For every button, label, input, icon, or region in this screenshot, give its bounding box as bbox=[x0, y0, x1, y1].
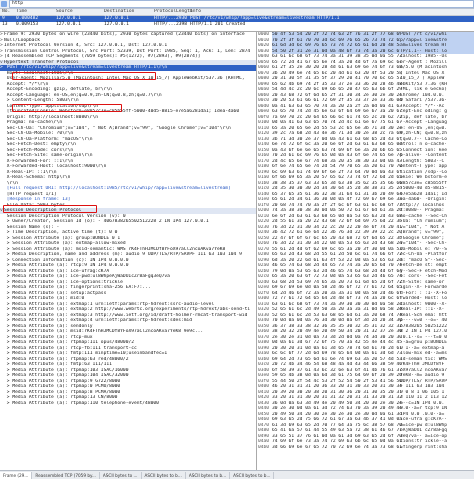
detail-row-text: > Media Attribute (a): rtcp-fb:111 trans… bbox=[4, 345, 137, 351]
detail-row-text: [Response in frame: 13] bbox=[4, 197, 71, 202]
packet-bytes-pane: 0000 50 4f 53 54 20 2f 72 74 63 2f 76 31 … bbox=[257, 32, 474, 470]
detail-row-text: > Media Attribute (a): mid:0 bbox=[4, 296, 85, 301]
column-header-source[interactable]: Source bbox=[56, 9, 104, 15]
detail-row-text: > Session Attribute (a): extmap-allow-mi… bbox=[4, 241, 126, 246]
detail-row-text: Session Description Protocol Version (v)… bbox=[4, 213, 126, 219]
detail-row-text: Accept-Encoding: gzip, deflate, br\r\n bbox=[4, 87, 112, 92]
highlight-box-content-type bbox=[12, 104, 122, 112]
hex-row[interactable]: 04b0 3d 66 69 6e 67 65 72 70 72 69 6e 74 … bbox=[257, 445, 474, 451]
column-header-time[interactable]: Time bbox=[16, 9, 56, 15]
detail-row-text: > Media Attribute (a): ice-ufrag:cK7A bbox=[4, 268, 110, 274]
packet-list: No. Time Source Destination Protocol Len… bbox=[0, 9, 474, 32]
detail-row-text: X-Real-Schema: http\r\n bbox=[4, 175, 71, 180]
detail-row-text: > Media Attribute (a): ice-options:trick… bbox=[4, 279, 123, 285]
packet-destination: 127.0.0.1 bbox=[104, 22, 129, 27]
detail-row-text: > Media Attribute (a): rtcp-mux bbox=[4, 334, 93, 340]
bytes-tab[interactable]: ASCII bytes to b... bbox=[186, 471, 231, 479]
detail-row-text: Frame 9: 2930 bytes on wire (23440 bits)… bbox=[4, 32, 245, 37]
detail-row-text: > Content-Length: 5803\r\n bbox=[4, 98, 79, 103]
packet-no: 13 bbox=[2, 22, 8, 27]
detail-row-text: [HTTP request 1/1] bbox=[4, 191, 57, 197]
detail-row-text: > Media Attribute (a): ice-pwd:ul8WhpeAj… bbox=[4, 274, 170, 279]
detail-row-text: > Media Attribute (a): rtpmap:63 red/480… bbox=[4, 356, 129, 362]
detail-row-text: > Media Attribute (a): extmap:1 urn:ietf… bbox=[4, 301, 215, 307]
packet-list-header: No. Time Source Destination Protocol Len… bbox=[0, 9, 474, 16]
detail-row-text: > Media Attribute (a): rtpmap:103 ISAC/1… bbox=[4, 367, 129, 373]
detail-row-text: > Media Attribute (a): rtcp:9 IN IP4 0.0… bbox=[4, 263, 129, 268]
detail-row-text: Internet Protocol Version 4, Src: 127.0.… bbox=[4, 43, 168, 48]
detail-row-text: Sec-Fetch-Site: same-origin\r\n bbox=[4, 153, 93, 158]
detail-row-text: > Media Attribute (a): fingerprint:sha-2… bbox=[4, 285, 151, 290]
detail-row-text: > Session Attribute (a): group:BUNDLE 0 … bbox=[4, 235, 121, 241]
bytes-tab[interactable]: ASCII bytes to b... bbox=[230, 471, 275, 479]
hex-ascii: =fingerp rint:sha bbox=[400, 444, 448, 450]
column-header-destination[interactable]: Destination bbox=[104, 9, 154, 15]
detail-row[interactable]: > Media Attribute (a): rtpmap:110 teleph… bbox=[0, 401, 256, 407]
hex-bytes: 3d 66 69 6e 67 65 72 70 72 69 6e 74 3a 7… bbox=[272, 444, 402, 450]
detail-row-text: > Media Attribute (a): msid:rK4FThHJMCDf… bbox=[4, 329, 204, 334]
detail-row-text: > Media Attribute (a): rtpmap:111 opus/4… bbox=[4, 340, 134, 345]
packet-info: HTTP/1.1 201 Created bbox=[190, 22, 246, 27]
detail-row-text: Accept: */*\r\n bbox=[4, 81, 49, 87]
column-header-length[interactable]: Length bbox=[176, 9, 193, 15]
detail-row-text: Null/Loopback bbox=[4, 37, 40, 43]
packet-row[interactable]: 13 0.009153 127.0.0.1 127.0.0.1 HTTP/...… bbox=[0, 22, 474, 28]
detail-row-text: > Time Description, active time (t): 0 0 bbox=[4, 230, 118, 235]
detail-row-text: Sec-Ch-Ua: "Chromium";v="104", " Not A;B… bbox=[4, 125, 231, 131]
detail-row-text: X-Real-IP: ::1\r\n bbox=[4, 169, 57, 175]
detail-row-text: > Media Attribute (a): sendonly bbox=[4, 323, 93, 329]
detail-row-text: > Media Attribute (a): rtpmap:9 G722/800… bbox=[4, 378, 121, 384]
detail-row-text: > Media Attribute (a): setup:actpass bbox=[4, 290, 107, 296]
detail-row-text: Sec-Fetch-Mode: cors\r\n bbox=[4, 147, 74, 153]
detail-row-text: > Media Attribute (a): extmap:2 http://w… bbox=[4, 307, 251, 312]
hex-offset: 04b0 bbox=[258, 444, 270, 450]
display-filter-bar: http bbox=[0, 0, 474, 9]
bytes-tab[interactable]: Frame (29... bbox=[0, 471, 33, 479]
detail-row-text: POST /rtc/v1/whip/?app=live&stream=lives… bbox=[4, 65, 168, 70]
highlight-box-sdp bbox=[3, 205, 97, 213]
detail-row-text: > Media Attribute (a): rtpmap:8 PCMA/800… bbox=[4, 389, 121, 395]
packet-source: 127.0.0.1 bbox=[56, 22, 81, 27]
detail-row-text: Sec-Fetch-Dest: empty\r\n bbox=[4, 142, 76, 147]
detail-row-text: Origin: http://localhost:8080\r\n bbox=[4, 114, 99, 120]
detail-row-text: > Media Attribute (a): extmap:4 urn:ietf… bbox=[4, 318, 193, 323]
detail-row-text: > Owner/Creator, Session Id (o): - 40678… bbox=[4, 219, 209, 224]
detail-row-text: > Media Description, name and address (m… bbox=[4, 252, 242, 257]
packet-length: 2398 bbox=[176, 22, 188, 27]
detail-row-text: Pragma: no-cache\r\n bbox=[4, 120, 63, 125]
detail-row-text: > Connection Information (c): IN IP4 0.0… bbox=[4, 257, 129, 263]
detail-row-text: > Media Attribute (a): rtpmap:13 CN/8000 bbox=[4, 395, 118, 400]
detail-row-text: Sec-Ch-Ua-Platform: "macOS"\r\n bbox=[4, 136, 93, 142]
detail-row-text: X-Forwarded-Host: localhost:9000\r\n bbox=[4, 164, 107, 169]
packet-time: 0.009153 bbox=[16, 22, 39, 27]
detail-row-text: > Media Attribute (a): extmap:3 http://w… bbox=[4, 312, 248, 318]
highlight-box-request-line bbox=[12, 72, 156, 80]
bytes-tab[interactable]: ASCII bytes to b... bbox=[142, 471, 186, 479]
column-header-protocol[interactable]: Protocol bbox=[154, 9, 176, 15]
packet-protocol: HTTP/... bbox=[154, 22, 177, 27]
detail-row-text: [Full request URI: http://localhost:1985… bbox=[4, 186, 231, 191]
detail-row-text: > Session Attribute (a): msid-semantic: … bbox=[4, 246, 226, 252]
detail-row-text: Session Name (s): - bbox=[4, 224, 60, 230]
detail-row-text: Transmission Control Protocol, Src Port:… bbox=[4, 48, 251, 54]
column-header-info[interactable]: Info bbox=[190, 9, 474, 15]
display-filter-input[interactable]: http bbox=[9, 0, 474, 8]
filter-bookmark-icon[interactable] bbox=[1, 1, 7, 7]
detail-row-text: [4 Reassembled TCP Segments (7059 bytes)… bbox=[4, 54, 201, 59]
detail-row-text: X-Forwarded-For: ::1\r\n bbox=[4, 158, 74, 164]
detail-row-text: > Media Attribute (a): fmtp:111 minptime… bbox=[4, 351, 168, 356]
detail-row-text: Accept-Language: en-US,en;q=0.9,zh-CN;q=… bbox=[4, 92, 162, 98]
bytes-tab[interactable]: Reassembled TCP (7059 by... bbox=[32, 471, 100, 479]
detail-row-text: Sec-Ch-Ua-Mobile: ?0\r\n bbox=[4, 131, 74, 136]
detail-row-text: > Media Attribute (a): rtpmap:104 ISAC/3… bbox=[4, 373, 129, 378]
detail-row-text: > Media Attribute (a): rtpmap:0 PCMU/800… bbox=[4, 384, 121, 389]
column-header-no[interactable]: No. bbox=[0, 9, 16, 15]
detail-row-text: \r\n bbox=[4, 180, 18, 186]
packet-details-pane: >Frame 9: 2930 bytes on wire (23440 bits… bbox=[0, 32, 257, 470]
detail-row-text: > Media Attribute (a): rtpmap:110 teleph… bbox=[4, 400, 159, 406]
detail-row-text: > Media Attribute (a): fmtp:63 111/111 bbox=[4, 362, 112, 367]
detail-row-text: Hypertext Transfer Protocol bbox=[4, 59, 79, 65]
bytes-tab[interactable]: ASCII bytes to ... bbox=[100, 471, 142, 479]
